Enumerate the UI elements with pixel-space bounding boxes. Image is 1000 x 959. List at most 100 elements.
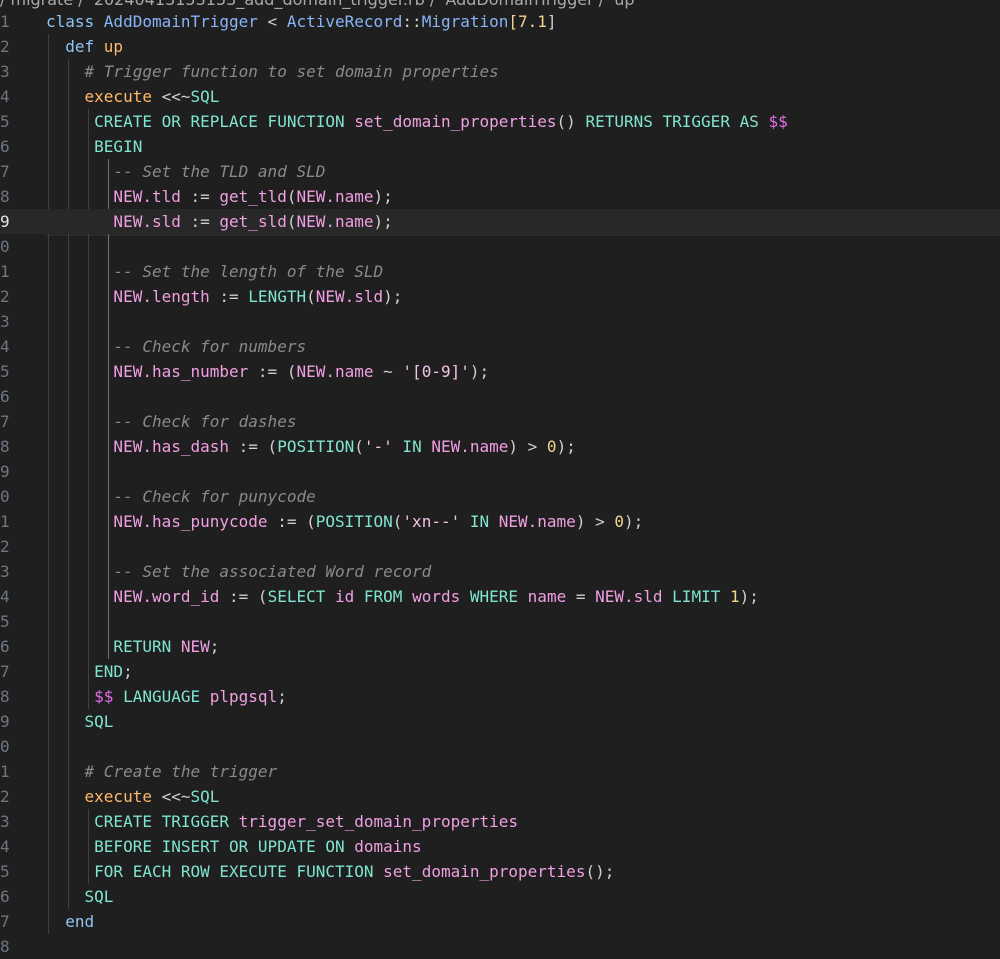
- code-token: RETURN: [46, 637, 181, 656]
- code-line[interactable]: 5 NEW.has_number := (NEW.name ~ '[0-9]')…: [0, 359, 1000, 384]
- code-line[interactable]: 5 CREATE OR REPLACE FUNCTION set_domain_…: [0, 109, 1000, 134]
- line-code: end: [46, 909, 94, 934]
- code-line[interactable]: 6 SQL: [0, 884, 1000, 909]
- code-token: LENGTH: [248, 287, 307, 306]
- line-code: BEGIN: [46, 134, 142, 159]
- code-line[interactable]: 9 NEW.sld := get_sld(NEW.name);: [0, 209, 1000, 234]
- code-line[interactable]: 5 FOR EACH ROW EXECUTE FUNCTION set_doma…: [0, 859, 1000, 884]
- line-code: # Trigger function to set domain propert…: [46, 59, 499, 84]
- code-token: := (: [257, 362, 297, 381]
- line-number: 7: [0, 412, 10, 431]
- code-token: :=: [219, 287, 249, 306]
- code-line[interactable]: 4 -- Check for numbers: [0, 334, 1000, 359]
- code-token: FOR EACH ROW EXECUTE FUNCTION: [46, 862, 384, 881]
- code-line[interactable]: 6 BEGIN: [0, 134, 1000, 159]
- code-line[interactable]: 7 end: [0, 909, 1000, 934]
- code-token: );: [556, 437, 576, 456]
- code-token: '[0-9]': [402, 362, 470, 381]
- code-line[interactable]: 7 END;: [0, 659, 1000, 684]
- code-token: BEGIN: [46, 137, 143, 156]
- line-code: CREATE OR REPLACE FUNCTION set_domain_pr…: [46, 109, 788, 134]
- code-token: AddDomainTrigger: [103, 12, 258, 31]
- code-line[interactable]: 8 NEW.has_dash := (POSITION('-' IN NEW.n…: [0, 434, 1000, 459]
- line-number: 0: [0, 487, 10, 506]
- code-token: def: [46, 37, 104, 56]
- line-number: 5: [0, 862, 10, 881]
- line-code: NEW.has_number := (NEW.name ~ '[0-9]');: [46, 359, 489, 384]
- code-line[interactable]: 3 CREATE TRIGGER trigger_set_domain_prop…: [0, 809, 1000, 834]
- code-line[interactable]: 3 # Trigger function to set domain prope…: [0, 59, 1000, 84]
- code-token: end: [46, 912, 95, 931]
- code-line[interactable]: 7 -- Check for dashes: [0, 409, 1000, 434]
- line-number: 3: [0, 62, 10, 81]
- code-token: ]: [546, 12, 557, 31]
- code-line[interactable]: 3: [0, 309, 1000, 334]
- code-line[interactable]: 8 $$ LANGUAGE plpgsql;: [0, 684, 1000, 709]
- code-line[interactable]: 5: [0, 609, 1000, 634]
- code-line[interactable]: 4 NEW.word_id := (SELECT id FROM words W…: [0, 584, 1000, 609]
- line-number: 3: [0, 562, 10, 581]
- line-code: END;: [46, 659, 133, 684]
- code-line[interactable]: 2 execute <<~SQL: [0, 784, 1000, 809]
- line-code: NEW.length := LENGTH(NEW.sld);: [46, 284, 402, 309]
- line-number: 5: [0, 112, 10, 131]
- code-token: NEW.tld: [46, 187, 191, 206]
- code-token: SQL: [190, 787, 220, 806]
- code-line[interactable]: 6 RETURN NEW;: [0, 634, 1000, 659]
- code-token: Migration: [421, 12, 509, 31]
- line-number: 2: [0, 287, 10, 306]
- code-token: RETURNS TRIGGER AS: [585, 112, 769, 131]
- code-line[interactable]: 4 execute <<~SQL: [0, 84, 1000, 109]
- code-line[interactable]: 2 def up: [0, 34, 1000, 59]
- code-line[interactable]: 4 BEFORE INSERT OR UPDATE ON domains: [0, 834, 1000, 859]
- code-token: ::: [402, 12, 422, 31]
- code-token: words: [412, 587, 470, 606]
- code-token: # Create the trigger: [46, 762, 278, 781]
- code-token: <: [257, 12, 287, 31]
- code-line[interactable]: 0 -- Check for punycode: [0, 484, 1000, 509]
- code-token: SQL: [46, 712, 114, 731]
- line-code: def up: [46, 34, 123, 59]
- line-code: -- Check for punycode: [46, 484, 315, 509]
- line-code: -- Set the TLD and SLD: [46, 159, 325, 184]
- code-token: WHERE: [469, 587, 528, 606]
- line-number: 0: [0, 737, 10, 756]
- code-token: NEW.has_dash: [46, 437, 239, 456]
- code-line[interactable]: 6: [0, 384, 1000, 409]
- line-code: NEW.word_id := (SELECT id FROM words WHE…: [46, 584, 758, 609]
- code-line[interactable]: 8 NEW.tld := get_tld(NEW.name);: [0, 184, 1000, 209]
- code-line[interactable]: 9: [0, 459, 1000, 484]
- line-number: 9: [0, 462, 10, 481]
- code-token: NEW.name: [431, 437, 509, 456]
- code-token: name: [527, 587, 576, 606]
- code-token: get_tld: [219, 187, 287, 206]
- code-line[interactable]: 0: [0, 234, 1000, 259]
- code-token: get_sld: [219, 212, 287, 231]
- code-token: );: [383, 287, 403, 306]
- code-token: ~: [383, 362, 403, 381]
- code-line[interactable]: 1 NEW.has_punycode := (POSITION('xn--' I…: [0, 509, 1000, 534]
- code-line[interactable]: 1 # Create the trigger: [0, 759, 1000, 784]
- code-line[interactable]: 7 -- Set the TLD and SLD: [0, 159, 1000, 184]
- code-token: NEW.name: [296, 362, 384, 381]
- code-token: set_domain_properties: [354, 112, 557, 131]
- line-code: -- Set the length of the SLD: [46, 259, 383, 284]
- line-number: 5: [0, 362, 10, 381]
- code-line[interactable]: 2: [0, 534, 1000, 559]
- code-line[interactable]: 0: [0, 734, 1000, 759]
- code-line[interactable]: 8: [0, 934, 1000, 959]
- code-line[interactable]: 3 -- Set the associated Word record: [0, 559, 1000, 584]
- code-token: LIMIT: [672, 587, 730, 606]
- line-code: CREATE TRIGGER trigger_set_domain_proper…: [46, 809, 518, 834]
- line-number: 7: [0, 912, 10, 931]
- line-number: 1: [0, 512, 10, 531]
- line-number: 7: [0, 162, 10, 181]
- code-token: (: [354, 437, 364, 456]
- code-token: up: [103, 37, 124, 56]
- code-editor[interactable]: / migrate / 20240413153153_add_domain_tr…: [0, 0, 1000, 956]
- code-token: $$: [768, 112, 788, 131]
- code-line[interactable]: 2 NEW.length := LENGTH(NEW.sld);: [0, 284, 1000, 309]
- code-line[interactable]: 1 class AddDomainTrigger < ActiveRecord::…: [0, 9, 1000, 34]
- code-line[interactable]: 9 SQL: [0, 709, 1000, 734]
- code-line[interactable]: 1 -- Set the length of the SLD: [0, 259, 1000, 284]
